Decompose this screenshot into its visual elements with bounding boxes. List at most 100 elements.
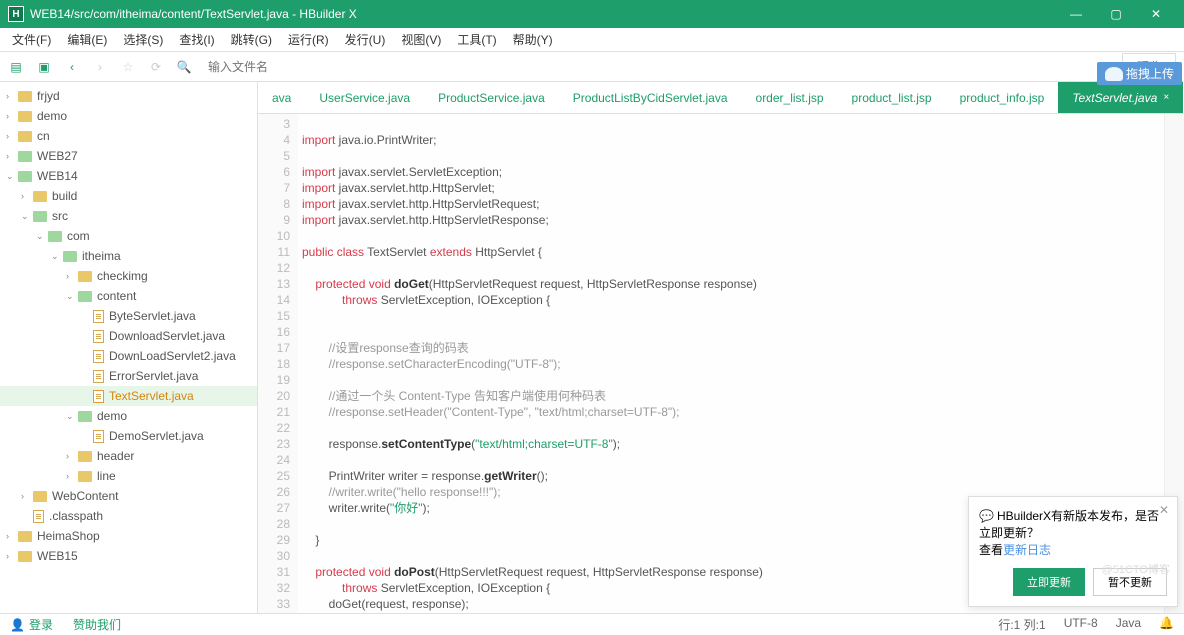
tree-folder[interactable]: ⌄src [0, 206, 257, 226]
tree-folder[interactable]: ›WEB15 [0, 546, 257, 566]
folder-icon [78, 291, 92, 302]
login-link[interactable]: 登录 [29, 616, 53, 633]
notification-text: HBuilderX有新版本发布，是否立即更新？ [979, 509, 1159, 540]
chevron-icon[interactable]: › [21, 191, 31, 201]
sponsor-link[interactable]: 赞助我们 [73, 616, 121, 633]
upload-badge[interactable]: 拖拽上传 [1097, 62, 1182, 85]
tree-folder[interactable]: › frjyd [0, 86, 257, 106]
tree-folder[interactable]: › cn [0, 126, 257, 146]
minimize-button[interactable]: — [1066, 7, 1086, 21]
tree-folder[interactable]: ⌄content [0, 286, 257, 306]
tree-folder[interactable]: ›checkimg [0, 266, 257, 286]
tree-file[interactable]: ByteServlet.java [0, 306, 257, 326]
tree-folder[interactable]: ⌄ itheima [0, 246, 257, 266]
chevron-icon[interactable]: ⌄ [66, 291, 76, 302]
menu-item[interactable]: 视图(V) [393, 29, 449, 50]
tree-folder[interactable]: ›WebContent [0, 486, 257, 506]
chevron-icon[interactable]: › [66, 451, 76, 461]
window-title: WEB14/src/com/itheima/content/TextServle… [30, 7, 1066, 21]
folder-icon [63, 251, 77, 262]
menu-item[interactable]: 选择(S) [115, 29, 171, 50]
folder-icon [33, 491, 47, 502]
tree-file[interactable]: DownLoadServlet2.java [0, 346, 257, 366]
tree-folder[interactable]: › HeimaShop [0, 526, 257, 546]
close-icon[interactable]: ✕ [1159, 503, 1169, 517]
tree-file[interactable]: DownloadServlet.java [0, 326, 257, 346]
folder-icon [18, 151, 32, 162]
tree-folder[interactable]: › WEB27 [0, 146, 257, 166]
menu-item[interactable]: 文件(F) [4, 29, 59, 50]
menu-item[interactable]: 发行(U) [337, 29, 394, 50]
chevron-icon[interactable]: › [66, 271, 76, 281]
maximize-button[interactable]: ▢ [1106, 7, 1126, 21]
tree-folder[interactable]: ›build [0, 186, 257, 206]
tree-item-label: line [97, 469, 116, 483]
update-now-button[interactable]: 立即更新 [1013, 568, 1085, 596]
chevron-icon[interactable]: › [21, 491, 31, 501]
editor-tab[interactable]: TextServlet.java× [1058, 82, 1183, 113]
new-file-icon[interactable]: ▤ [8, 59, 24, 75]
chevron-icon[interactable]: › [6, 151, 16, 161]
tree-folder[interactable]: ⌄ demo [0, 406, 257, 426]
tree-folder[interactable]: ›demo [0, 106, 257, 126]
editor-tab[interactable]: order_list.jsp [742, 82, 838, 113]
menu-item[interactable]: 帮助(Y) [505, 29, 561, 50]
encoding-indicator[interactable]: UTF-8 [1064, 616, 1098, 633]
chevron-icon[interactable]: ⌄ [51, 251, 61, 262]
tree-item-label: demo [97, 409, 127, 423]
tree-folder[interactable]: ⌄com [0, 226, 257, 246]
watermark: @51CTO博客 [1102, 561, 1170, 577]
refresh-icon[interactable]: ⟳ [148, 59, 164, 75]
editor-tab[interactable]: product_info.jsp [946, 82, 1059, 113]
message-icon: 💬 [979, 509, 994, 523]
file-icon [93, 430, 104, 443]
tree-item-label: ByteServlet.java [109, 309, 196, 323]
close-button[interactable]: ✕ [1146, 7, 1166, 21]
chevron-icon[interactable]: ⌄ [36, 231, 46, 242]
star-icon[interactable]: ☆ [120, 59, 136, 75]
tree-file[interactable]: ErrorServlet.java [0, 366, 257, 386]
notification-icon[interactable]: 🔔 [1159, 616, 1174, 633]
tree-folder[interactable]: › line [0, 466, 257, 486]
chevron-icon[interactable]: ⌄ [66, 411, 76, 422]
chevron-icon[interactable]: › [66, 471, 76, 481]
tree-folder[interactable]: ›header [0, 446, 257, 466]
tree-file[interactable]: DemoServlet.java [0, 426, 257, 446]
forward-icon[interactable]: › [92, 59, 108, 75]
menu-item[interactable]: 编辑(E) [59, 29, 115, 50]
back-icon[interactable]: ‹ [64, 59, 80, 75]
editor-tab[interactable]: ava [258, 82, 305, 113]
menu-item[interactable]: 查找(I) [171, 29, 222, 50]
tree-item-label: cn [37, 129, 50, 143]
search-input[interactable] [204, 58, 404, 76]
editor-tab[interactable]: ProductListByCidServlet.java [559, 82, 742, 113]
chevron-icon[interactable]: › [6, 111, 16, 121]
tree-item-label: frjyd [37, 89, 60, 103]
language-indicator[interactable]: Java [1116, 616, 1141, 633]
editor-tab[interactable]: product_list.jsp [838, 82, 946, 113]
folder-icon [33, 211, 47, 222]
menu-item[interactable]: 运行(R) [280, 29, 337, 50]
chevron-icon[interactable]: ⌄ [6, 171, 16, 182]
folder-icon [18, 551, 32, 562]
chevron-icon[interactable]: ⌄ [21, 211, 31, 222]
tree-item-label: itheima [82, 249, 121, 263]
chevron-icon[interactable]: › [6, 131, 16, 141]
folder-icon [48, 231, 62, 242]
editor-tab[interactable]: UserService.java [305, 82, 424, 113]
tree-file[interactable]: TextServlet.java [0, 386, 257, 406]
file-explorer[interactable]: ›frjyd›demo›cn›WEB27⌄WEB14›build⌄src⌄com… [0, 82, 258, 613]
chevron-icon[interactable]: › [6, 531, 16, 541]
chevron-icon[interactable]: › [6, 91, 16, 101]
save-icon[interactable]: ▣ [36, 59, 52, 75]
menu-item[interactable]: 跳转(G) [223, 29, 280, 50]
tree-file[interactable]: .classpath [0, 506, 257, 526]
editor-tab[interactable]: ProductService.java [424, 82, 559, 113]
changelog-link[interactable]: 更新日志 [1003, 543, 1051, 557]
tree-item-label: WEB27 [37, 149, 78, 163]
tree-folder[interactable]: ⌄WEB14 [0, 166, 257, 186]
close-icon[interactable]: × [1163, 92, 1169, 103]
tree-item-label: HeimaShop [37, 529, 100, 543]
menu-item[interactable]: 工具(T) [449, 29, 504, 50]
chevron-icon[interactable]: › [6, 551, 16, 561]
